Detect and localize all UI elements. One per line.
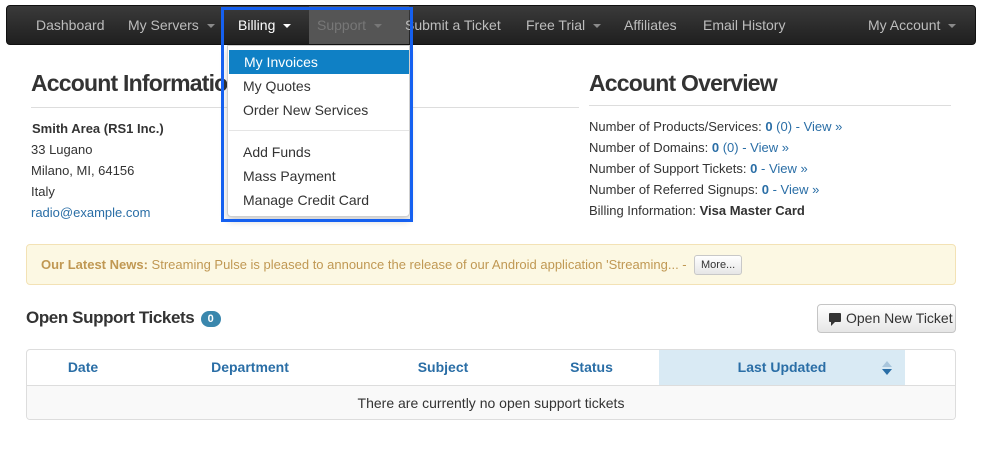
column-subject[interactable]: Subject xyxy=(361,350,525,385)
chevron-down-icon xyxy=(206,24,215,29)
open-tickets-title: Open Support Tickets xyxy=(26,308,195,327)
column-last-updated-label: Last Updated xyxy=(737,359,827,375)
latest-news-alert: Our Latest News: Streaming Pulse is plea… xyxy=(26,244,956,285)
tickets-count[interactable]: 0 xyxy=(750,161,757,176)
nav-my-servers[interactable]: My Servers xyxy=(128,6,215,44)
empty-tickets-row: There are currently no open support tick… xyxy=(27,386,955,419)
domains-view-link[interactable]: (0) - View » xyxy=(723,140,789,155)
products-label: Number of Products/Services: xyxy=(589,119,762,134)
products-view-link[interactable]: (0) - View » xyxy=(776,119,842,134)
news-more-button[interactable]: More... xyxy=(694,255,743,275)
referred-count[interactable]: 0 xyxy=(762,182,769,197)
tickets-label: Number of Support Tickets: xyxy=(589,161,747,176)
address-country: Italy xyxy=(31,184,55,199)
nav-my-servers-label: My Servers xyxy=(128,17,199,33)
comment-icon xyxy=(829,313,841,326)
menu-item-my-invoices[interactable]: My Invoices xyxy=(229,50,409,74)
menu-divider xyxy=(229,130,409,131)
nav-support[interactable]: Support xyxy=(309,6,409,44)
ticket-count-badge: 0 xyxy=(200,311,221,327)
account-name: Smith Area (RS1 Inc.) xyxy=(32,121,164,136)
account-information-title: Account Information xyxy=(31,70,241,96)
nav-free-trial-label: Free Trial xyxy=(526,17,586,33)
chevron-down-icon xyxy=(948,24,957,29)
account-overview-title: Account Overview xyxy=(589,70,778,96)
nav-submit-ticket[interactable]: Submit a Ticket xyxy=(405,6,501,44)
column-department[interactable]: Department xyxy=(139,350,361,385)
menu-item-mass-payment[interactable]: Mass Payment xyxy=(228,164,409,188)
overview-referred: Number of Referred Signups: 0 - View » xyxy=(589,182,819,197)
domains-count[interactable]: 0 xyxy=(712,140,719,155)
chevron-down-icon xyxy=(374,24,383,29)
address-line-1: 33 Lugano xyxy=(31,142,93,157)
account-email-link[interactable]: radio@example.com xyxy=(31,205,150,220)
referred-label: Number of Referred Signups: xyxy=(589,182,759,197)
menu-item-order-new-services[interactable]: Order New Services xyxy=(228,98,409,122)
nav-dashboard[interactable]: Dashboard xyxy=(36,6,105,44)
sort-icon xyxy=(882,361,892,377)
nav-email-history[interactable]: Email History xyxy=(703,6,785,44)
nav-my-account[interactable]: My Account xyxy=(868,6,957,44)
referred-view-link[interactable]: - View » xyxy=(773,182,820,197)
open-tickets-heading: Open Support Tickets 0 xyxy=(26,308,221,328)
nav-billing[interactable]: Billing xyxy=(238,6,292,44)
menu-item-manage-credit-card[interactable]: Manage Credit Card xyxy=(228,188,409,212)
column-status[interactable]: Status xyxy=(525,350,658,385)
address-line-2: Milano, MI, 64156 xyxy=(31,163,135,178)
menu-item-my-quotes[interactable]: My Quotes xyxy=(228,74,409,98)
open-new-ticket-label: Open New Ticket xyxy=(846,310,953,326)
nav-email-history-label: Email History xyxy=(703,17,786,33)
nav-my-account-label: My Account xyxy=(868,17,941,33)
support-tickets-table: Date Department Subject Status Last Upda… xyxy=(26,349,956,420)
news-text: Streaming Pulse is pleased to announce t… xyxy=(151,257,687,272)
nav-affiliates-label: Affiliates xyxy=(624,17,677,33)
nav-submit-ticket-label: Submit a Ticket xyxy=(405,17,501,33)
overview-domains: Number of Domains: 0 (0) - View » xyxy=(589,140,789,155)
column-date[interactable]: Date xyxy=(27,350,139,385)
divider xyxy=(589,105,951,106)
news-content: Our Latest News: Streaming Pulse is plea… xyxy=(41,257,687,272)
billing-dropdown-menu: My Invoices My Quotes Order New Services… xyxy=(227,45,410,217)
column-last-updated[interactable]: Last Updated xyxy=(659,350,905,385)
products-count[interactable]: 0 xyxy=(765,119,772,134)
nav-billing-label: Billing xyxy=(238,17,276,33)
chevron-down-icon xyxy=(283,24,292,29)
overview-tickets: Number of Support Tickets: 0 - View » xyxy=(589,161,808,176)
domains-label: Number of Domains: xyxy=(589,140,709,155)
nav-affiliates[interactable]: Affiliates xyxy=(624,6,677,44)
open-new-ticket-button[interactable]: Open New Ticket xyxy=(817,304,956,333)
top-navbar: Dashboard My Servers Billing Support Sub… xyxy=(6,5,976,45)
nav-support-label: Support xyxy=(317,17,367,33)
overview-products: Number of Products/Services: 0 (0) - Vie… xyxy=(589,119,842,134)
nav-free-trial[interactable]: Free Trial xyxy=(526,6,602,44)
news-title: Our Latest News: xyxy=(41,257,148,272)
overview-billing: Billing Information: Visa Master Card xyxy=(589,203,805,218)
billing-value: Visa Master Card xyxy=(699,203,805,218)
menu-item-add-funds[interactable]: Add Funds xyxy=(228,140,409,164)
nav-dashboard-label: Dashboard xyxy=(36,17,105,33)
chevron-down-icon xyxy=(593,24,602,29)
billing-label: Billing Information: xyxy=(589,203,696,218)
tickets-view-link[interactable]: - View » xyxy=(761,161,808,176)
